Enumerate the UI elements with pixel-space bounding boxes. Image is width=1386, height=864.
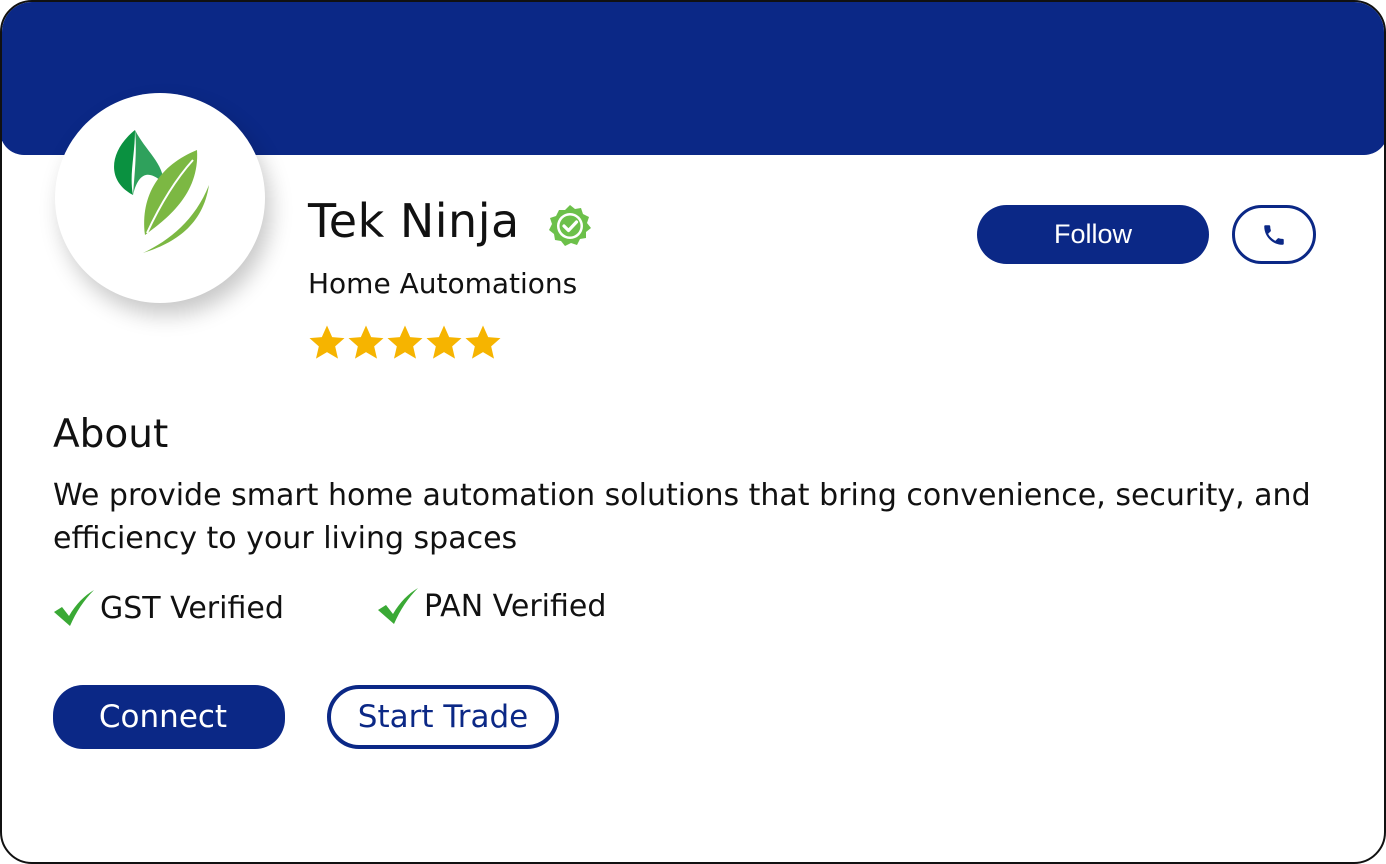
star-icon bbox=[426, 325, 462, 359]
checkmark-icon bbox=[378, 588, 418, 624]
about-description: We provide smart home automation solutio… bbox=[53, 478, 1311, 556]
avatar bbox=[55, 93, 265, 303]
about-heading: About bbox=[53, 412, 169, 457]
star-icon bbox=[309, 325, 345, 359]
pan-verified-label: PAN Verified bbox=[424, 588, 607, 624]
call-button[interactable] bbox=[1232, 205, 1316, 264]
pan-verified: PAN Verified bbox=[376, 586, 606, 626]
checkmark-icon bbox=[54, 590, 94, 626]
connect-button[interactable]: Connect bbox=[53, 685, 285, 749]
phone-icon bbox=[1264, 224, 1284, 245]
leaf-logo-icon bbox=[114, 130, 209, 253]
gst-verified: GST Verified bbox=[52, 588, 284, 628]
profile-card: Tek Ninja Home Automations Follow About … bbox=[0, 0, 1386, 864]
star-icon bbox=[387, 325, 423, 359]
star-icon bbox=[465, 325, 501, 359]
company-name: Tek Ninja bbox=[308, 194, 520, 248]
gst-verified-label: GST Verified bbox=[100, 590, 284, 626]
rating-stars bbox=[307, 323, 502, 363]
start-trade-button[interactable]: Start Trade bbox=[327, 685, 559, 749]
company-category: Home Automations bbox=[308, 267, 578, 300]
follow-button[interactable]: Follow bbox=[977, 205, 1209, 264]
verified-badge-icon bbox=[549, 205, 591, 246]
star-icon bbox=[348, 325, 384, 359]
